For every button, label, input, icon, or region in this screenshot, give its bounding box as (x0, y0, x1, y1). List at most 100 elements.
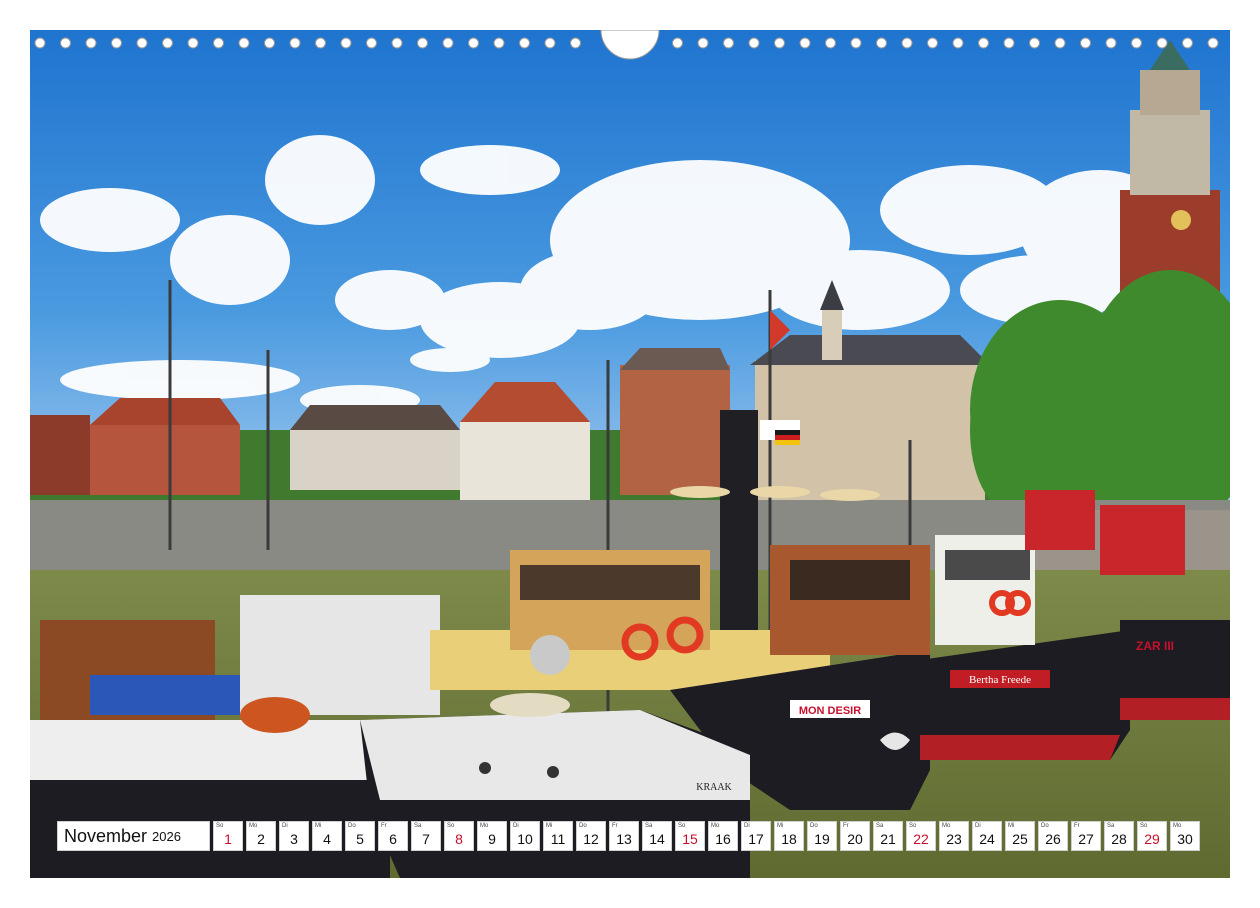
weekday-label: Mi (546, 823, 553, 829)
day-number: 13 (616, 831, 632, 847)
boat-name-kraak: KRAAK (696, 782, 732, 793)
boat-zar: ZAR III (1120, 620, 1230, 720)
weekday-label: So (447, 823, 455, 829)
day-cell: Mo 2 (246, 821, 276, 851)
weekday-label: Di (282, 823, 288, 829)
day-number: 30 (1177, 831, 1193, 847)
day-number: 12 (583, 831, 599, 847)
day-cell: Mi 25 (1005, 821, 1035, 851)
month-label: November 2026 (57, 821, 210, 851)
weekday-label: Fr (843, 823, 849, 829)
day-cell: So 15 (675, 821, 705, 851)
day-cell: Di 24 (972, 821, 1002, 851)
calendar-strip: November 2026 So 1 Mo 2 Di 3 Mi 4 Do 5 Fr 6 Sa 7 So 8 Mo… (57, 821, 1203, 851)
weekday-label: So (1140, 823, 1148, 829)
day-number: 26 (1045, 831, 1061, 847)
day-number: 24 (979, 831, 995, 847)
day-cell: Mi 18 (774, 821, 804, 851)
day-number: 29 (1144, 831, 1160, 847)
day-number: 21 (880, 831, 896, 847)
weekday-label: Mo (1173, 823, 1182, 829)
weekday-label: So (678, 823, 686, 829)
weekday-label: Fr (612, 823, 618, 829)
weekday-label: Fr (1074, 823, 1080, 829)
day-number: 28 (1111, 831, 1127, 847)
day-cell: Di 3 (279, 821, 309, 851)
weekday-label: Do (1041, 823, 1049, 829)
day-cell: Sa 28 (1104, 821, 1134, 851)
day-number: 27 (1078, 831, 1094, 847)
day-number: 14 (649, 831, 665, 847)
weekday-label: Fr (381, 823, 387, 829)
boat-name-mon-desir: MON DESIR (799, 705, 861, 717)
day-cell: Sa 7 (411, 821, 441, 851)
day-cell: Mi 11 (543, 821, 573, 851)
day-cell: Fr 6 (378, 821, 408, 851)
day-cell: Sa 14 (642, 821, 672, 851)
month-year: 2026 (152, 828, 181, 844)
day-number: 18 (781, 831, 797, 847)
day-number: 15 (682, 831, 698, 847)
day-cells: So 1 Mo 2 Di 3 Mi 4 Do 5 Fr 6 Sa 7 So 8 Mo 9 Di 10 Mi 11 Do 12 F… (213, 821, 1203, 851)
day-cell: Fr 27 (1071, 821, 1101, 851)
weekday-label: Mo (480, 823, 489, 829)
day-number: 22 (913, 831, 929, 847)
weekday-label: Mo (942, 823, 951, 829)
day-cell: Fr 20 (840, 821, 870, 851)
day-number: 9 (488, 831, 496, 847)
day-number: 6 (389, 831, 397, 847)
weekday-label: Di (975, 823, 981, 829)
day-number: 1 (224, 831, 232, 847)
day-cell: Mo 30 (1170, 821, 1200, 851)
day-cell: Di 17 (741, 821, 771, 851)
weekday-label: So (216, 823, 224, 829)
day-number: 4 (323, 831, 331, 847)
day-cell: Mo 16 (708, 821, 738, 851)
day-cell: Mi 4 (312, 821, 342, 851)
day-number: 3 (290, 831, 298, 847)
weekday-label: So (909, 823, 917, 829)
day-number: 10 (517, 831, 533, 847)
weekday-label: Mo (249, 823, 258, 829)
weekday-label: Do (348, 823, 356, 829)
day-number: 7 (422, 831, 430, 847)
day-cell: Do 5 (345, 821, 375, 851)
day-number: 16 (715, 831, 731, 847)
weekday-label: Di (513, 823, 519, 829)
weekday-label: Sa (876, 823, 884, 829)
day-cell: Do 12 (576, 821, 606, 851)
weekday-label: Mi (315, 823, 322, 829)
day-cell: Di 10 (510, 821, 540, 851)
boat-name-bertha-freede: Bertha Freede (969, 674, 1031, 686)
day-cell: So 8 (444, 821, 474, 851)
day-number: 2 (257, 831, 265, 847)
day-cell: So 29 (1137, 821, 1167, 851)
day-number: 17 (748, 831, 764, 847)
weekday-label: Do (810, 823, 818, 829)
weekday-label: Sa (645, 823, 653, 829)
weekday-label: Mi (777, 823, 784, 829)
weekday-label: Do (579, 823, 587, 829)
harbor-photo: MON DESIR Bertha Freede ZAR III KRAAK (30, 30, 1230, 878)
day-number: 5 (356, 831, 364, 847)
day-cell: Do 19 (807, 821, 837, 851)
month-name: November (64, 825, 148, 846)
day-number: 20 (847, 831, 863, 847)
weekday-label: Mi (1008, 823, 1015, 829)
weekday-label: Sa (1107, 823, 1115, 829)
day-cell: Sa 21 (873, 821, 903, 851)
weekday-label: Mo (711, 823, 720, 829)
weekday-label: Di (744, 823, 750, 829)
day-number: 11 (550, 831, 566, 847)
day-cell: Mo 23 (939, 821, 969, 851)
day-cell: Do 26 (1038, 821, 1068, 851)
day-number: 8 (455, 831, 463, 847)
day-cell: Mo 9 (477, 821, 507, 851)
day-number: 23 (946, 831, 962, 847)
kiosk (1100, 505, 1185, 575)
day-cell: So 1 (213, 821, 243, 851)
funnel (720, 410, 758, 650)
boat-name-zar: ZAR III (1136, 639, 1174, 653)
day-cell: So 22 (906, 821, 936, 851)
day-number: 19 (814, 831, 830, 847)
